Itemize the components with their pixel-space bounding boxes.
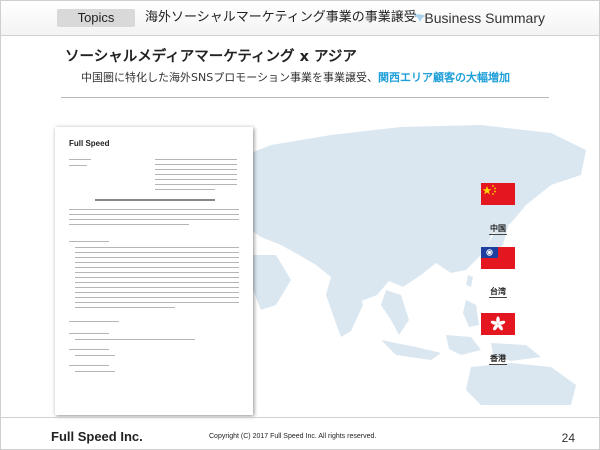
- doc-line: [69, 214, 239, 215]
- doc-line: [69, 165, 87, 166]
- header-bar: Topics 海外ソーシャルマーケティング事業の事業譲受 Business Su…: [1, 1, 599, 36]
- company-logo: Full Speed Inc.: [51, 429, 143, 444]
- flag-label-underline: [489, 297, 507, 298]
- doc-line: [75, 292, 239, 293]
- doc-line: [75, 287, 239, 288]
- doc-line: [75, 272, 239, 273]
- doc-line: [155, 184, 237, 185]
- page-title: ソーシャルメディアマーケティング x アジア: [65, 49, 357, 65]
- flag-label-underline: [489, 364, 507, 365]
- doc-line: [155, 174, 237, 175]
- doc-line: [69, 333, 109, 334]
- slide: Topics 海外ソーシャルマーケティング事業の事業譲受 Business Su…: [0, 0, 600, 450]
- doc-line: [69, 224, 189, 225]
- flag-label-hongkong: 香港: [490, 354, 506, 363]
- flag-label-underline: [489, 234, 507, 235]
- copyright-text: Copyright (C) 2017 Full Speed Inc. All r…: [209, 433, 377, 440]
- doc-line: [69, 349, 109, 350]
- doc-line: [75, 257, 239, 258]
- doc-line: [155, 159, 237, 160]
- subtitle-highlight: 関西エリア顧客の大幅増加: [377, 71, 510, 84]
- doc-line: [155, 169, 237, 170]
- press-release-document: Full Speed: [55, 127, 253, 415]
- page-number: 24: [561, 431, 575, 445]
- doc-line: [69, 365, 109, 366]
- subtitle-text: 中国圏に特化した海外SNSプロモーション事業を事業譲受、: [81, 71, 378, 84]
- doc-line: [69, 219, 239, 220]
- doc-line: [69, 321, 119, 322]
- topic-title: 海外ソーシャルマーケティング事業の事業譲受: [145, 10, 417, 25]
- doc-line: [75, 297, 239, 298]
- doc-line: [75, 277, 239, 278]
- document-heading-line: [95, 199, 215, 201]
- taiwan-flag-icon: [481, 247, 515, 269]
- doc-line: [75, 262, 239, 263]
- doc-line: [155, 179, 237, 180]
- doc-line: [155, 164, 237, 165]
- doc-line: [75, 282, 239, 283]
- doc-line: [75, 307, 175, 308]
- flag-label-china: 中国: [490, 224, 506, 233]
- title-divider: [61, 97, 549, 98]
- doc-line: [75, 252, 239, 253]
- doc-line: [155, 189, 215, 190]
- doc-line: [75, 339, 195, 340]
- doc-line: [75, 302, 239, 303]
- hongkong-flag-icon: [481, 313, 515, 335]
- flag-label-taiwan: 台湾: [490, 287, 506, 296]
- china-flag-icon: [481, 183, 515, 205]
- document-logo: Full Speed: [69, 139, 110, 148]
- doc-line: [75, 247, 239, 248]
- topics-tag: Topics: [57, 9, 135, 27]
- doc-line: [75, 267, 239, 268]
- doc-line: [75, 355, 115, 356]
- footer-divider: [1, 417, 599, 418]
- section-label: Business Summary: [424, 10, 545, 26]
- doc-line: [69, 241, 109, 242]
- doc-line: [69, 159, 91, 160]
- doc-line: [69, 209, 239, 210]
- doc-line: [75, 371, 115, 372]
- page-subtitle: 中国圏に特化した海外SNSプロモーション事業を事業譲受、関西エリア顧客の大幅増加: [81, 69, 510, 85]
